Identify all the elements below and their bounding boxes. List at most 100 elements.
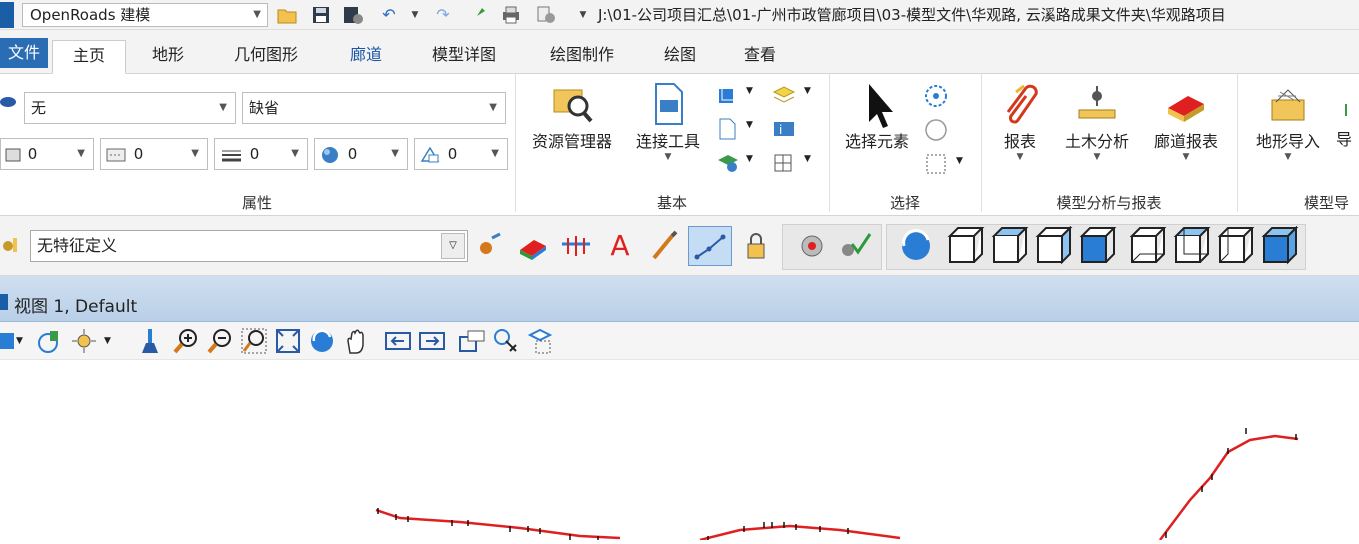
group-label-import: 模型导 — [1304, 194, 1350, 212]
app-logo[interactable] — [0, 2, 14, 28]
level-icon — [0, 92, 20, 112]
page-icon[interactable] — [716, 118, 738, 140]
customize-dropdown-icon[interactable]: ▼ — [572, 5, 594, 25]
civil-analysis-label: 土木分析 — [1064, 132, 1129, 151]
pin-icon[interactable] — [466, 5, 488, 25]
chevron-down-icon[interactable]: ▽ — [441, 233, 465, 259]
grid-tool-icon[interactable] — [772, 152, 794, 174]
terrain-import-button[interactable]: 地形导入 ▼ — [1248, 82, 1328, 162]
clip-mask-icon[interactable] — [526, 327, 554, 355]
color-combo[interactable]: 0 ▼ — [0, 138, 94, 170]
chevron-down-icon[interactable]: ▼ — [746, 120, 768, 142]
tab-view[interactable]: 查看 — [728, 40, 792, 74]
cube-left-icon[interactable] — [1216, 226, 1256, 266]
template-icon[interactable] — [560, 230, 592, 262]
tab-drawing-production[interactable]: 绘图制作 — [532, 40, 632, 74]
divider — [1237, 74, 1238, 212]
chevron-down-icon[interactable]: ▼ — [804, 154, 826, 176]
civil-analysis-button[interactable]: 土木分析 ▼ — [1056, 82, 1138, 162]
lighting-icon[interactable] — [70, 327, 98, 355]
cube-back-icon[interactable] — [1172, 226, 1212, 266]
cube-shaded-icon[interactable] — [1260, 225, 1300, 266]
style-combo[interactable]: 缺省 ▼ — [242, 92, 506, 124]
feature-toggle-icon[interactable] — [474, 230, 506, 262]
weight-combo[interactable]: 0 ▼ — [214, 138, 308, 170]
tab-terrain[interactable]: 地形 — [136, 40, 200, 74]
lock-icon[interactable] — [740, 230, 772, 262]
linestyle-combo[interactable]: 0 ▼ — [100, 138, 208, 170]
check-snap-icon[interactable] — [838, 230, 872, 262]
cube-iso-icon[interactable] — [946, 226, 986, 266]
resource-manager-button[interactable]: 资源管理器 — [524, 82, 620, 152]
explorer-icon — [550, 82, 594, 126]
select-box-icon[interactable] — [924, 152, 946, 174]
select-ring-icon[interactable] — [924, 118, 947, 141]
weight-icon — [222, 150, 241, 161]
cube-view-icon[interactable] — [716, 84, 738, 106]
select-element-button[interactable]: 选择元素 — [838, 82, 916, 152]
select-circle-icon[interactable] — [924, 84, 947, 107]
transparency-combo[interactable]: 0 ▼ — [314, 138, 408, 170]
snap-element-button[interactable] — [688, 226, 732, 266]
corridor-icon — [1164, 82, 1208, 126]
print-icon[interactable] — [500, 5, 522, 25]
undo-dropdown-icon[interactable]: ▼ — [404, 5, 426, 25]
ribbon-tabs: 文件 主页 地形 几何图形 廊道 模型详图 绘图制作 绘图 查看 — [0, 30, 1359, 74]
corridor-report-button[interactable]: 廊道报表 ▼ — [1146, 82, 1226, 162]
chevron-down-icon[interactable]: ▼ — [804, 86, 826, 108]
paperclip-icon — [998, 82, 1042, 126]
connect-tools-button[interactable]: 连接工具 ▼ — [626, 82, 710, 162]
weight-value: 0 — [249, 145, 260, 163]
snap-settings-icon[interactable] — [796, 230, 828, 262]
chevron-down-icon[interactable]: ▼ — [746, 154, 768, 176]
rotate-icon[interactable] — [308, 327, 336, 355]
display-style-icon[interactable] — [36, 327, 64, 355]
text-style-icon[interactable]: A — [604, 230, 636, 262]
tab-corridor[interactable]: 廊道 — [334, 40, 398, 74]
chevron-down-icon[interactable]: ▼ — [746, 86, 768, 108]
clip-volume-icon[interactable] — [492, 327, 520, 355]
info-icon[interactable]: i — [772, 118, 794, 140]
tab-model-detail[interactable]: 模型详图 — [414, 40, 514, 74]
report-button[interactable]: 报表 ▼ — [992, 82, 1048, 162]
clear-view-icon[interactable] — [138, 327, 166, 355]
previous-view-icon[interactable] — [384, 327, 412, 355]
undo-icon[interactable]: ↶ — [378, 5, 400, 25]
rotate-view-icon[interactable] — [896, 226, 936, 266]
model-view-canvas[interactable] — [0, 360, 1359, 542]
level-combo[interactable]: 无 ▼ — [24, 92, 236, 124]
cube-bottom-icon[interactable] — [1128, 226, 1168, 266]
feature-toolbar: 无特征定义 ▽ A — [0, 216, 1359, 276]
redo-icon[interactable]: ↷ — [432, 5, 454, 25]
model-info-icon[interactable] — [716, 152, 738, 174]
chevron-down-icon: ▼ — [253, 9, 261, 20]
copy-view-icon[interactable] — [458, 327, 486, 355]
layers-icon[interactable] — [772, 84, 796, 106]
workspace-select[interactable]: OpenRoads 建模 ▼ — [22, 3, 268, 27]
cube-right-icon[interactable] — [1078, 226, 1118, 266]
tab-geometry[interactable]: 几何图形 — [218, 40, 314, 74]
window-area-icon[interactable] — [240, 327, 268, 355]
chevron-down-icon[interactable]: ▼ — [104, 327, 132, 355]
save-settings-icon[interactable] — [342, 5, 364, 25]
tab-home[interactable]: 主页 — [52, 40, 126, 74]
settings-icon[interactable] — [536, 5, 558, 25]
open-folder-icon[interactable] — [276, 5, 298, 25]
pan-hand-icon[interactable] — [342, 327, 370, 355]
fit-view-icon[interactable] — [274, 327, 302, 355]
feature-definition-value: 无特征定义 — [37, 236, 118, 255]
priority-combo[interactable]: 0 ▼ — [414, 138, 508, 170]
tab-drawing[interactable]: 绘图 — [650, 40, 710, 74]
next-view-icon[interactable] — [418, 327, 446, 355]
chevron-down-icon[interactable]: ▼ — [956, 156, 978, 178]
cube-top-icon[interactable] — [990, 226, 1030, 266]
layer-style-icon[interactable] — [516, 230, 548, 262]
tab-file[interactable]: 文件 — [0, 38, 48, 68]
save-icon[interactable] — [310, 5, 332, 25]
zoom-out-icon[interactable] — [206, 327, 234, 355]
feature-definition-combo[interactable]: 无特征定义 ▽ — [30, 230, 468, 262]
zoom-in-icon[interactable] — [172, 327, 200, 355]
import-more-button[interactable]: 导 — [1336, 82, 1359, 150]
cube-front-icon[interactable] — [1034, 225, 1074, 266]
pencil-icon[interactable] — [648, 230, 680, 262]
